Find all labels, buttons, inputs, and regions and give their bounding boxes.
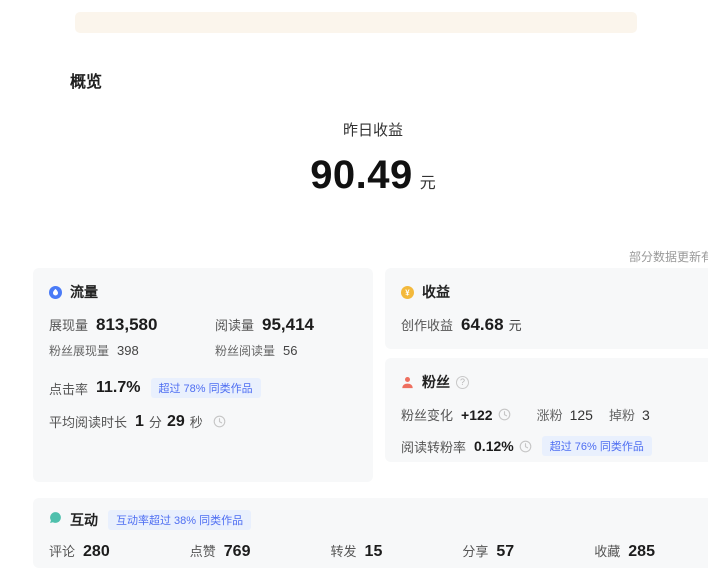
svg-text:¥: ¥ (405, 288, 410, 297)
clock-icon[interactable] (519, 440, 532, 453)
impressions-label: 展现量 (49, 315, 88, 334)
fan-impressions-value: 398 (117, 343, 139, 358)
revenue-card: ¥ 收益 创作收益 64.68 元 (385, 268, 708, 349)
ctr-stat: 点击率 11.7% 超过 78% 同类作品 (49, 378, 357, 398)
impressions-stat: 展现量 813,580 (49, 315, 215, 335)
minutes-unit: 分 (149, 412, 162, 431)
reposts-label: 转发 (331, 541, 357, 560)
traffic-card: 流量 展现量 813,580 阅读量 95,414 粉丝展现量 398 粉丝阅 (33, 268, 373, 482)
creation-revenue-value: 64.68 (461, 315, 504, 335)
interaction-card-title: 互动 (70, 510, 98, 530)
fans-card-title: 粉丝 (422, 372, 450, 392)
creation-revenue-stat: 创作收益 64.68 元 (401, 315, 697, 335)
fans-card: 粉丝 ? 粉丝变化 +122 涨粉 125 (385, 358, 708, 462)
yesterday-earnings-block: 昨日收益 90.49 元 (33, 119, 708, 198)
fan-impressions-label: 粉丝展现量 (49, 342, 109, 359)
favorites-stat: 收藏 285 (594, 541, 655, 561)
ctr-percentile-badge: 超过 78% 同类作品 (151, 378, 261, 398)
fans-gain-label: 涨粉 (537, 405, 563, 424)
reads-stat: 阅读量 95,414 (215, 315, 314, 335)
coin-icon: ¥ (401, 286, 414, 299)
avg-read-time-stat: 平均阅读时长 1 分 29 秒 (49, 412, 357, 431)
reads-label: 阅读量 (215, 315, 254, 334)
top-banner (75, 12, 637, 33)
comments-value: 280 (83, 543, 110, 561)
reposts-value: 15 (365, 543, 383, 561)
favorites-value: 285 (628, 543, 655, 561)
interaction-percentile-badge: 互动率超过 38% 同类作品 (108, 510, 251, 530)
impressions-value: 813,580 (96, 315, 157, 335)
fans-change-row: 粉丝变化 +122 涨粉 125 掉粉 3 (401, 405, 697, 424)
fans-loss-label: 掉粉 (609, 405, 635, 424)
fan-reads-stat: 粉丝阅读量 56 (215, 342, 297, 359)
shares-stat: 分享 57 (462, 541, 514, 561)
avg-read-time-label: 平均阅读时长 (49, 412, 127, 431)
page-title: 概览 (70, 68, 102, 92)
likes-stat: 点赞 769 (190, 541, 251, 561)
reposts-stat: 转发 15 (331, 541, 383, 561)
traffic-drop-icon (49, 286, 62, 299)
fans-loss-value: 3 (642, 407, 650, 423)
stats-cards: 流量 展现量 813,580 阅读量 95,414 粉丝展现量 398 粉丝阅 (33, 268, 708, 568)
read-to-fan-rate-label: 阅读转粉率 (401, 437, 466, 456)
reads-value: 95,414 (262, 315, 314, 335)
read-time-minutes: 1 (135, 413, 144, 431)
help-icon[interactable]: ? (456, 376, 469, 389)
likes-value: 769 (224, 543, 251, 561)
yesterday-earnings-value: 90.49 (310, 153, 413, 197)
chat-bubble-icon (49, 511, 62, 529)
revenue-card-title: 收益 (422, 282, 450, 302)
yesterday-earnings-label: 昨日收益 (33, 119, 708, 140)
seconds-unit: 秒 (190, 412, 203, 431)
read-to-fan-rate-row: 阅读转粉率 0.12% 超过 76% 同类作品 (401, 436, 697, 456)
conversion-percentile-badge: 超过 76% 同类作品 (542, 436, 652, 456)
read-time-seconds: 29 (167, 413, 185, 431)
read-to-fan-rate-value: 0.12% (474, 438, 514, 454)
yesterday-earnings-amount: 90.49 元 (33, 153, 708, 198)
shares-value: 57 (496, 543, 514, 561)
fans-change-value: +122 (461, 407, 493, 423)
ctr-label: 点击率 (49, 379, 88, 398)
fans-person-icon (401, 376, 414, 389)
ctr-value: 11.7% (96, 379, 140, 397)
fans-gain-value: 125 (570, 407, 593, 423)
fan-reads-value: 56 (283, 343, 297, 358)
clock-icon[interactable] (213, 415, 226, 428)
creation-revenue-label: 创作收益 (401, 315, 453, 334)
interaction-card: 互动 互动率超过 38% 同类作品 评论 280 点赞 769 转发 15 分享… (33, 498, 708, 568)
fans-change-label: 粉丝变化 (401, 405, 453, 424)
fan-impressions-stat: 粉丝展现量 398 (49, 342, 215, 359)
shares-label: 分享 (462, 541, 488, 560)
comments-label: 评论 (49, 541, 75, 560)
fan-reads-label: 粉丝阅读量 (215, 342, 275, 359)
traffic-card-title: 流量 (70, 282, 98, 302)
likes-label: 点赞 (190, 541, 216, 560)
data-update-notice: 部分数据更新有 (33, 248, 708, 265)
clock-icon[interactable] (498, 408, 511, 421)
favorites-label: 收藏 (594, 541, 620, 560)
yesterday-earnings-unit: 元 (420, 175, 436, 192)
creation-revenue-unit: 元 (509, 315, 522, 334)
comments-stat: 评论 280 (49, 541, 110, 561)
